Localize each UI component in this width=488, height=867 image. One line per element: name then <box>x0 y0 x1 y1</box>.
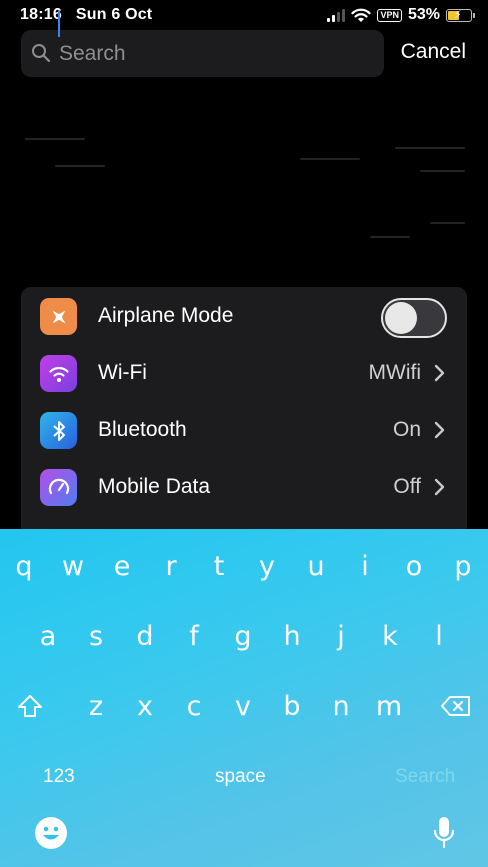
emoji-icon <box>35 817 67 849</box>
delete-key[interactable] <box>436 684 476 728</box>
airplane-icon <box>40 298 77 335</box>
cancel-button[interactable]: Cancel <box>401 40 466 64</box>
status-time: 18:16 Sun 6 Oct <box>20 6 153 23</box>
key-w[interactable]: w <box>53 544 93 588</box>
key-s[interactable]: s <box>76 614 116 658</box>
key-b[interactable]: b <box>272 684 312 728</box>
dictation-key[interactable] <box>433 816 455 855</box>
background-smudge <box>55 165 105 167</box>
background-smudge <box>430 222 465 224</box>
background-smudge <box>25 138 85 140</box>
settings-row-value: Off <box>393 475 421 498</box>
search-bar[interactable] <box>21 30 384 77</box>
settings-row-label: Mobile Data <box>98 475 211 498</box>
key-d[interactable]: d <box>125 614 165 658</box>
key-z[interactable]: z <box>76 684 116 728</box>
wifi-status-icon <box>351 8 372 22</box>
battery-percent: 53% <box>407 6 440 23</box>
microphone-icon <box>433 817 455 849</box>
vpn-badge: VPN <box>377 8 402 22</box>
settings-row-label: Wi-Fi <box>98 361 147 384</box>
key-i[interactable]: i <box>345 544 385 588</box>
key-a[interactable]: a <box>28 614 68 658</box>
cellular-signal-icon <box>327 8 346 22</box>
settings-row-airplane-mode[interactable]: Airplane Mode <box>21 288 467 345</box>
settings-row-value: MWifi <box>368 361 421 384</box>
space-key[interactable]: space <box>215 766 266 788</box>
search-icon <box>32 44 51 63</box>
status-date: Sun 6 Oct <box>75 6 153 23</box>
airplane-mode-toggle[interactable] <box>381 298 447 338</box>
key-v[interactable]: v <box>223 684 263 728</box>
toggle-knob <box>385 302 417 334</box>
key-u[interactable]: u <box>296 544 336 588</box>
key-x[interactable]: x <box>125 684 165 728</box>
settings-row-value: On <box>392 418 421 441</box>
key-k[interactable]: k <box>370 614 410 658</box>
key-p[interactable]: p <box>443 544 483 588</box>
key-o[interactable]: o <box>394 544 434 588</box>
numbers-key[interactable]: 123 <box>43 766 75 788</box>
speedometer-icon <box>40 469 77 506</box>
key-e[interactable]: e <box>102 544 142 588</box>
key-j[interactable]: j <box>321 614 361 658</box>
chevron-right-icon <box>434 478 445 496</box>
status-indicators: VPN 53% ⚡ <box>327 6 475 24</box>
shift-arrow-icon <box>18 695 42 717</box>
key-f[interactable]: f <box>174 614 214 658</box>
status-bar: 18:16 Sun 6 Oct VPN 53% ⚡ <box>0 0 488 30</box>
bluetooth-icon <box>40 412 77 449</box>
battery-icon: ⚡ <box>446 8 475 22</box>
shift-key[interactable] <box>10 684 50 728</box>
key-t[interactable]: t <box>199 544 239 588</box>
chevron-right-icon <box>434 364 445 382</box>
key-g[interactable]: g <box>223 614 263 658</box>
background-smudge <box>300 158 360 160</box>
backspace-icon <box>441 696 470 716</box>
settings-row-wifi[interactable]: Wi-Fi MWifi <box>21 345 467 402</box>
emoji-key[interactable] <box>34 816 68 855</box>
search-input[interactable] <box>59 30 369 77</box>
wifi-icon <box>40 355 77 392</box>
charging-bolt-icon: ⚡ <box>454 8 462 21</box>
settings-row-label: Bluetooth <box>98 418 187 441</box>
text-cursor <box>58 11 60 37</box>
key-c[interactable]: c <box>174 684 214 728</box>
key-h[interactable]: h <box>272 614 312 658</box>
key-y[interactable]: y <box>247 544 287 588</box>
background-smudge <box>395 147 465 149</box>
key-r[interactable]: r <box>151 544 191 588</box>
key-m[interactable]: m <box>369 684 409 728</box>
settings-row-bluetooth[interactable]: Bluetooth On <box>21 402 467 459</box>
key-l[interactable]: l <box>419 614 459 658</box>
key-n[interactable]: n <box>321 684 361 728</box>
keyboard: q w e r t y u i o p a s d f g h j k l z … <box>0 529 488 867</box>
background-smudge <box>420 170 465 172</box>
settings-list: Airplane Mode Wi-Fi MWifi Bluetooth On M… <box>21 287 467 547</box>
search-return-key[interactable]: Search <box>395 766 455 788</box>
background-smudge <box>370 236 410 238</box>
chevron-right-icon <box>434 421 445 439</box>
key-q[interactable]: q <box>4 544 44 588</box>
settings-row-mobile-data[interactable]: Mobile Data Off <box>21 459 467 516</box>
settings-row-label: Airplane Mode <box>98 304 234 327</box>
